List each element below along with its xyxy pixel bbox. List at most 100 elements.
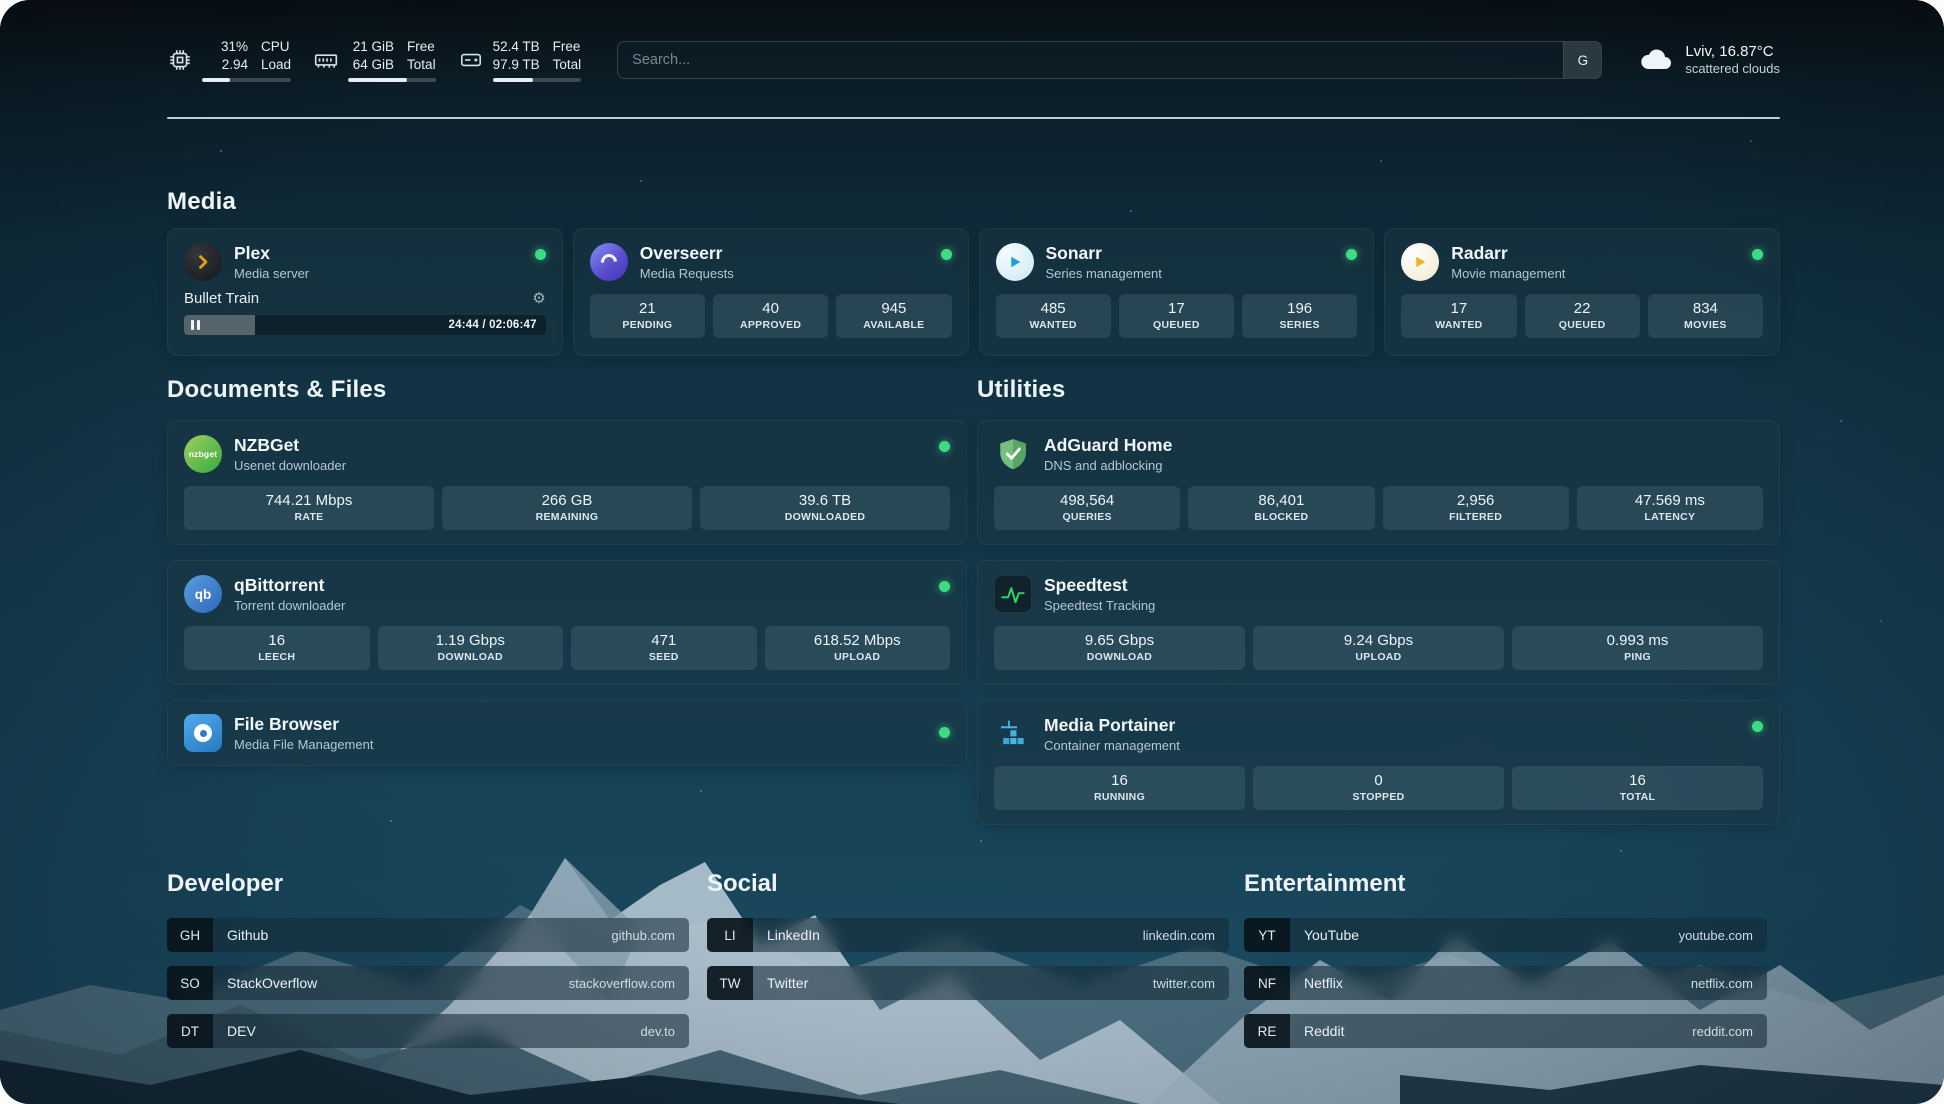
app-subtitle: Container management (1044, 738, 1180, 753)
bookmark-reddit[interactable]: RE Reddit reddit.com (1244, 1014, 1767, 1048)
bookmark-abbr: SO (167, 966, 213, 1000)
section-title-documents: Documents & Files (167, 376, 386, 404)
bookmark-url: twitter.com (1153, 976, 1229, 991)
bookmark-url: github.com (611, 928, 689, 943)
bookmark-abbr: YT (1244, 918, 1290, 952)
portainer-card[interactable]: Media Portainer Container management 16 … (977, 700, 1780, 825)
status-dot (939, 441, 950, 452)
bookmark-name: Twitter (753, 975, 808, 991)
stat-filtered: 2,956 FILTERED (1383, 486, 1569, 530)
disk-total-label: Total (553, 56, 582, 74)
cpu-progress-fill (202, 78, 230, 82)
bookmark-url: youtube.com (1679, 928, 1767, 943)
cpu-monitor: 31% 2.94 CPU Load (167, 38, 291, 82)
bookmark-github[interactable]: GH Github github.com (167, 918, 689, 952)
bookmark-url: stackoverflow.com (569, 976, 689, 991)
ram-free-value: 21 GiB (353, 38, 394, 56)
disk-progress-fill (493, 78, 534, 82)
app-subtitle: Media File Management (234, 737, 373, 752)
cpu-usage-value: 31% (221, 38, 248, 56)
gear-icon[interactable]: ⚙ (532, 291, 545, 306)
bookmark-netflix[interactable]: NF Netflix netflix.com (1244, 966, 1767, 1000)
search-input[interactable] (618, 52, 1563, 68)
qbittorrent-card[interactable]: qb qBittorrent Torrent downloader 16 LEE… (167, 560, 967, 685)
bookmark-url: dev.to (641, 1024, 689, 1039)
app-subtitle: Series management (1046, 266, 1162, 281)
bookmark-linkedin[interactable]: LI LinkedIn linkedin.com (707, 918, 1229, 952)
weather-widget[interactable]: Lviv, 16.87°C scattered clouds (1638, 42, 1780, 78)
nzbget-card[interactable]: nzbget NZBGet Usenet downloader 744.21 M… (167, 420, 967, 545)
stat-download: 1.19 Gbps DOWNLOAD (378, 626, 564, 670)
stat-upload: 618.52 Mbps UPLOAD (765, 626, 951, 670)
radarr-card[interactable]: Radarr Movie management 17 WANTED 22 QUE… (1384, 228, 1780, 356)
ram-icon (313, 47, 339, 73)
plex-icon (184, 243, 222, 281)
bookmark-name: LinkedIn (753, 927, 820, 943)
sonarr-card[interactable]: Sonarr Series management 485 WANTED 17 Q… (979, 228, 1375, 356)
cloud-icon (1638, 47, 1674, 73)
cpu-load-value: 2.94 (222, 56, 248, 74)
disk-icon (458, 47, 484, 73)
app-subtitle: Speedtest Tracking (1044, 598, 1155, 613)
stat-leech: 16 LEECH (184, 626, 370, 670)
adguard-card[interactable]: AdGuard Home DNS and adblocking 498,564 … (977, 420, 1780, 545)
stat-stopped: 0 STOPPED (1253, 766, 1504, 810)
speedtest-card[interactable]: Speedtest Speedtest Tracking 9.65 Gbps D… (977, 560, 1780, 685)
search-engine-button[interactable]: G (1563, 42, 1601, 78)
disk-free-value: 52.4 TB (493, 38, 540, 56)
overseerr-card[interactable]: Overseerr Media Requests 21 PENDING 40 A… (573, 228, 969, 356)
app-name: NZBGet (234, 435, 346, 455)
bookmark-abbr: GH (167, 918, 213, 952)
bookmark-url: linkedin.com (1143, 928, 1229, 943)
stat-movies: 834 MOVIES (1648, 294, 1763, 338)
disk-monitor: 52.4 TB 97.9 TB Free Total (458, 38, 582, 82)
bookmark-youtube[interactable]: YT YouTube youtube.com (1244, 918, 1767, 952)
ram-total-label: Total (407, 56, 436, 74)
stat-upload: 9.24 Gbps UPLOAD (1253, 626, 1504, 670)
bookmark-twitter[interactable]: TW Twitter twitter.com (707, 966, 1229, 1000)
bookmark-name: YouTube (1290, 927, 1359, 943)
app-name: Plex (234, 243, 309, 263)
filebrowser-icon (184, 714, 222, 752)
ram-monitor: 21 GiB 64 GiB Free Total (313, 38, 436, 82)
plex-card[interactable]: Plex Media server Bullet Train ⚙ 24:44 /… (167, 228, 563, 356)
bookmark-url: reddit.com (1692, 1024, 1767, 1039)
stat-available: 945 AVAILABLE (836, 294, 951, 338)
media-apps-row: Plex Media server Bullet Train ⚙ 24:44 /… (167, 228, 1780, 356)
bookmarks-title-developer: Developer (167, 870, 689, 898)
status-dot (941, 249, 952, 260)
app-subtitle: Torrent downloader (234, 598, 345, 613)
app-name: qBittorrent (234, 575, 345, 595)
dashboard-screen: 31% 2.94 CPU Load (0, 0, 1944, 1104)
filebrowser-card[interactable]: File Browser Media File Management (167, 700, 967, 766)
radarr-icon (1401, 243, 1439, 281)
ram-free-label: Free (407, 38, 436, 56)
bookmark-url: netflix.com (1691, 976, 1767, 991)
app-name: Overseerr (640, 243, 734, 263)
app-name: Radarr (1451, 243, 1565, 263)
app-name: AdGuard Home (1044, 435, 1172, 455)
bookmark-dev[interactable]: DT DEV dev.to (167, 1014, 689, 1048)
overseerr-icon (590, 243, 628, 281)
bookmarks-title-entertainment: Entertainment (1244, 870, 1767, 898)
bookmarks-developer: Developer GH Github github.com SO StackO… (167, 870, 689, 1048)
stat-wanted: 17 WANTED (1401, 294, 1516, 338)
weather-condition: scattered clouds (1685, 61, 1780, 78)
snow-specks (0, 0, 2, 2)
stat-queued: 22 QUEUED (1525, 294, 1640, 338)
stat-approved: 40 APPROVED (713, 294, 828, 338)
app-subtitle: Usenet downloader (234, 458, 346, 473)
now-playing-title: Bullet Train (184, 290, 259, 307)
stat-seed: 471 SEED (571, 626, 757, 670)
bookmark-stackoverflow[interactable]: SO StackOverflow stackoverflow.com (167, 966, 689, 1000)
bookmarks-social: Social LI LinkedIn linkedin.com TW Twitt… (707, 870, 1229, 1000)
bookmark-abbr: RE (1244, 1014, 1290, 1048)
stat-download: 9.65 Gbps DOWNLOAD (994, 626, 1245, 670)
bookmark-abbr: DT (167, 1014, 213, 1048)
playback-progress-bar[interactable]: 24:44 / 02:06:47 (184, 315, 546, 335)
portainer-icon (994, 715, 1032, 753)
pause-icon[interactable] (191, 320, 200, 330)
stat-wanted: 485 WANTED (996, 294, 1111, 338)
app-name: File Browser (234, 714, 373, 734)
bookmarks-entertainment: Entertainment YT YouTube youtube.com NF … (1244, 870, 1767, 1048)
